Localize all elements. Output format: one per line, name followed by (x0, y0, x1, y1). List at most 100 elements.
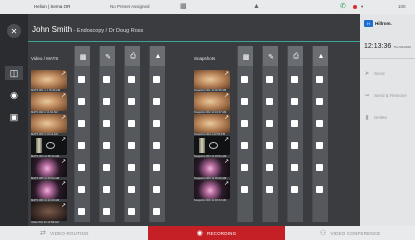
checkbox[interactable] (153, 98, 160, 105)
monitor-icon[interactable]: ▩ (180, 3, 187, 11)
column-header[interactable]: ▲ (312, 46, 328, 66)
images-icon[interactable]: ◫ (5, 66, 23, 80)
checkbox[interactable] (316, 142, 323, 149)
close-icon[interactable]: ✕ (7, 24, 21, 38)
checkbox[interactable] (153, 120, 160, 127)
checkbox[interactable] (128, 120, 135, 127)
checkbox[interactable] (316, 98, 323, 105)
media-thumbnail[interactable]: ↗ (194, 180, 230, 199)
checkbox[interactable] (128, 142, 135, 149)
checkbox[interactable] (241, 120, 248, 127)
checkbox[interactable] (78, 120, 85, 127)
media-thumbnail[interactable]: ↗ (31, 180, 67, 199)
checkbox[interactable] (291, 76, 298, 83)
checkbox[interactable] (78, 76, 85, 83)
checkbox[interactable] (316, 186, 323, 193)
checkbox[interactable] (128, 76, 135, 83)
delete-button[interactable]: ▮ Delete (364, 114, 387, 121)
media-thumbnail[interactable]: ↗ (31, 70, 67, 89)
checkbox[interactable] (103, 98, 110, 105)
checkbox[interactable] (291, 142, 298, 149)
checkbox[interactable] (78, 164, 85, 171)
expand-icon[interactable]: ↗ (61, 92, 66, 99)
media-thumbnail[interactable]: ↗ (31, 114, 67, 133)
checkbox[interactable] (291, 120, 298, 127)
media-thumbnail[interactable]: ↗ (194, 158, 230, 177)
video-icon[interactable]: ▣ (5, 110, 23, 124)
checkbox[interactable] (103, 142, 110, 149)
checkbox[interactable] (241, 142, 248, 149)
media-thumbnail[interactable]: ↗ (194, 92, 230, 111)
checkbox[interactable] (78, 186, 85, 193)
checkbox[interactable] (291, 164, 298, 171)
checkbox[interactable] (291, 186, 298, 193)
expand-icon[interactable]: ↗ (61, 180, 66, 187)
checkbox[interactable] (78, 208, 85, 215)
expand-icon[interactable]: ↗ (61, 70, 66, 77)
column-header[interactable]: ▩ (74, 46, 90, 66)
column-header[interactable]: ⎙ (124, 46, 140, 66)
column-header[interactable]: ⎙ (287, 46, 303, 66)
expand-icon[interactable]: ↗ (224, 92, 229, 99)
checkbox[interactable] (78, 98, 85, 105)
expand-icon[interactable]: ↗ (224, 180, 229, 187)
checkbox[interactable] (241, 98, 248, 105)
checkbox[interactable] (153, 164, 160, 171)
surgeon-light-icon[interactable]: ▲ (253, 3, 260, 11)
expand-icon[interactable]: ↗ (224, 158, 229, 165)
checkbox[interactable] (266, 120, 273, 127)
checkbox[interactable] (128, 98, 135, 105)
checkbox[interactable] (316, 120, 323, 127)
column-header[interactable]: ✎ (262, 46, 278, 66)
checkbox[interactable] (241, 76, 248, 83)
checkbox[interactable] (103, 120, 110, 127)
checkbox[interactable] (266, 76, 273, 83)
phone-icon[interactable]: ✆ (340, 3, 346, 11)
checkbox[interactable] (266, 142, 273, 149)
expand-icon[interactable]: ↗ (61, 136, 66, 143)
media-thumbnail[interactable]: ↗ (194, 136, 230, 155)
media-thumbnail[interactable]: ↗ (31, 92, 67, 111)
expand-icon[interactable]: ↗ (224, 70, 229, 77)
expand-icon[interactable]: ↗ (61, 202, 66, 209)
checkbox[interactable] (266, 186, 273, 193)
checkbox[interactable] (153, 76, 160, 83)
volume-icon[interactable]: ▾ (361, 4, 363, 10)
column-header[interactable]: ✎ (99, 46, 115, 66)
column-header[interactable]: ▩ (237, 46, 253, 66)
checkbox[interactable] (153, 208, 160, 215)
expand-icon[interactable]: ↗ (61, 114, 66, 121)
expand-icon[interactable]: ↗ (224, 114, 229, 121)
send-remove-button[interactable]: ➟ Send & Remove (364, 92, 406, 99)
checkbox[interactable] (128, 208, 135, 215)
checkbox[interactable] (241, 186, 248, 193)
checkbox[interactable] (103, 76, 110, 83)
camera-icon[interactable]: ◉ (5, 88, 23, 102)
video-routing-button[interactable]: ⇄ VIDEO ROUTING (40, 226, 89, 240)
checkbox[interactable] (103, 186, 110, 193)
expand-icon[interactable]: ↗ (61, 158, 66, 165)
media-thumbnail[interactable]: ↗ (31, 136, 67, 155)
send-button[interactable]: ➤ Send (364, 70, 384, 77)
video-conference-button[interactable]: ⚇ VIDEO CONFERENCE (320, 226, 380, 240)
media-thumbnail[interactable]: ↗ (31, 158, 67, 177)
checkbox[interactable] (103, 164, 110, 171)
checkbox[interactable] (153, 186, 160, 193)
checkbox[interactable] (266, 98, 273, 105)
media-thumbnail[interactable]: ↗ (194, 114, 230, 133)
checkbox[interactable] (103, 208, 110, 215)
checkbox[interactable] (128, 186, 135, 193)
media-thumbnail[interactable]: ↗ (194, 70, 230, 89)
checkbox[interactable] (241, 164, 248, 171)
checkbox[interactable] (78, 142, 85, 149)
checkbox[interactable] (128, 164, 135, 171)
checkbox[interactable] (153, 142, 160, 149)
checkbox[interactable] (316, 164, 323, 171)
column-header[interactable]: ▲ (149, 46, 165, 66)
checkbox[interactable] (266, 164, 273, 171)
expand-icon[interactable]: ↗ (224, 136, 229, 143)
checkbox[interactable] (316, 76, 323, 83)
checkbox[interactable] (291, 98, 298, 105)
recording-button[interactable]: ◉ RECORDING (148, 226, 285, 240)
media-thumbnail[interactable]: ↗ (31, 202, 67, 221)
